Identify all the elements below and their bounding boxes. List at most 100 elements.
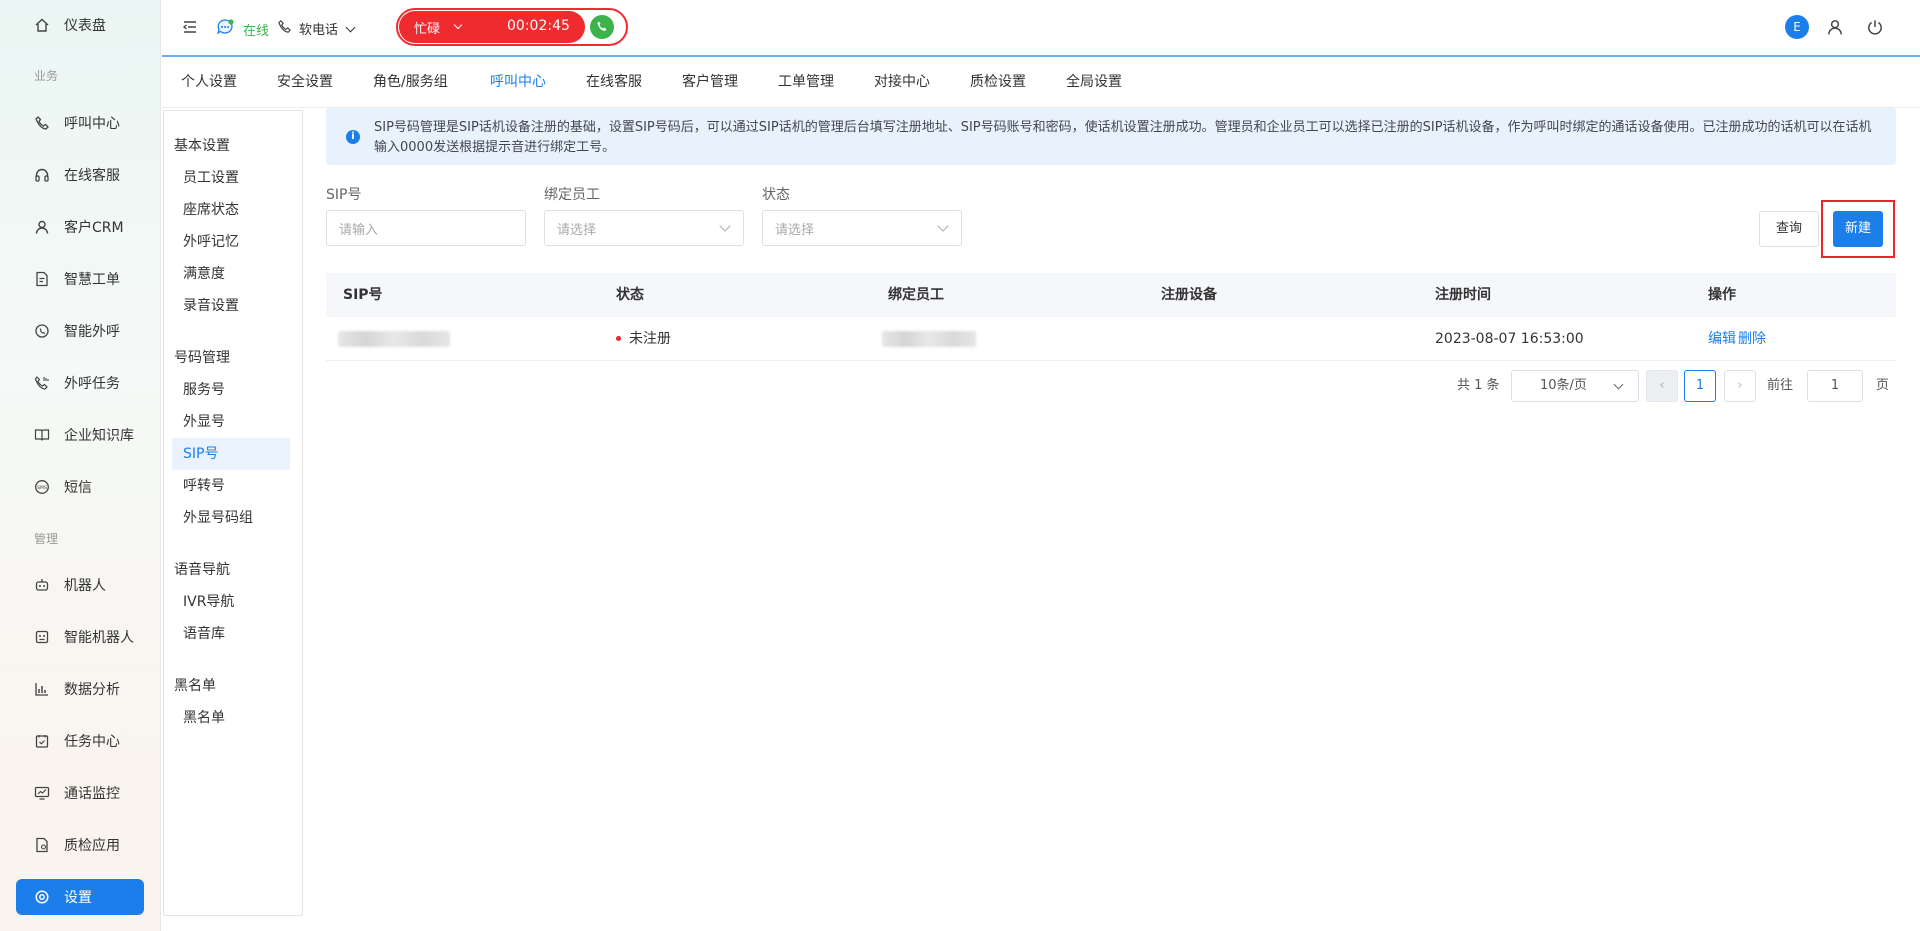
subnav-item-seat-status[interactable]: 座席状态 [172,194,290,226]
home-icon [34,17,50,33]
busy-status-dropdown[interactable]: 忙碌 00:02:45 [399,11,585,43]
nav-label: 设置 [64,890,92,906]
softphone-label: 软电话 [299,23,339,38]
nav-sms[interactable]: SMS 短信 [16,469,144,505]
avatar[interactable]: E [1785,15,1809,39]
subnav-item-service-number[interactable]: 服务号 [172,374,290,406]
new-button[interactable]: 新建 [1833,211,1883,247]
tab-personal[interactable]: 个人设置 [181,57,237,108]
tab-customer[interactable]: 客户管理 [682,57,738,108]
status-dot [616,336,621,341]
user-profile-icon[interactable] [1826,18,1844,36]
nav-online-service[interactable]: 在线客服 [16,157,144,193]
page-size-select[interactable]: 10条/页 [1511,370,1639,402]
hangup-button[interactable] [590,15,614,39]
staff-filter-label: 绑定员工 [544,187,600,203]
subnav-item-blacklist[interactable]: 黑名单 [172,702,290,734]
tab-roles[interactable]: 角色/服务组 [373,57,448,108]
nav-task-center[interactable]: 任务中心 [16,723,144,759]
subnav-item-staff[interactable]: 员工设置 [172,162,290,194]
subnav-item-display-number[interactable]: 外显号 [172,406,290,438]
nav-settings[interactable]: 设置 [16,879,144,915]
nav-label: 智慧工单 [64,272,120,288]
subnav-item-voice-library[interactable]: 语音库 [172,618,290,650]
tab-ticket[interactable]: 工单管理 [778,57,834,108]
tab-global[interactable]: 全局设置 [1066,57,1122,108]
page-1-button[interactable]: 1 [1684,370,1716,402]
chevron-down-icon [719,220,731,232]
nav-label: 通话监控 [64,786,120,802]
nav-outbound-task[interactable]: 外呼任务 [16,365,144,401]
goto-label: 前往 [1767,378,1794,393]
phone-task-icon [34,375,50,391]
prev-page-button[interactable]: ‹ [1646,370,1678,402]
staff-select[interactable]: 请选择 [544,210,744,246]
nav-smart-outbound[interactable]: 智能外呼 [16,313,144,349]
page-unit-label: 页 [1876,378,1890,393]
nav-label: 仪表盘 [64,18,106,34]
smart-robot-icon [34,629,50,645]
phone-icon [34,115,50,131]
status-select[interactable]: 请选择 [762,210,962,246]
top-bar: 在线 软电话 忙碌 00:02:45 E [162,0,1920,57]
nav-robot[interactable]: 机器人 [16,567,144,603]
nav-call-monitor[interactable]: 通话监控 [16,775,144,811]
book-icon [34,427,50,443]
chevron-down-icon [345,22,356,33]
subnav-item-ivr[interactable]: IVR导航 [172,586,290,618]
tab-online-service[interactable]: 在线客服 [586,57,642,108]
softphone-dropdown[interactable]: 软电话 [299,19,356,38]
query-button[interactable]: 查询 [1759,211,1819,247]
subnav-item-satisfaction[interactable]: 满意度 [172,258,290,290]
column-header: SIP号 [343,287,383,303]
nav-crm[interactable]: 客户CRM [16,209,144,245]
nav-smart-robot[interactable]: 智能机器人 [16,619,144,655]
nav-label: 质检应用 [64,838,120,854]
nav-label: 在线客服 [64,168,120,184]
nav-knowledge[interactable]: 企业知识库 [16,417,144,453]
sip-input[interactable]: 请输入 [326,210,526,246]
status-text: 未注册 [629,331,671,347]
tab-call-center[interactable]: 呼叫中心 [490,57,546,108]
task-icon [34,733,50,749]
subnav-item-recording[interactable]: 录音设置 [172,290,290,322]
subnav-item-forward-number[interactable]: 呼转号 [172,470,290,502]
nav-call-center[interactable]: 呼叫中心 [16,105,144,141]
nav-ticket[interactable]: 智慧工单 [16,261,144,297]
tab-quality[interactable]: 质检设置 [970,57,1026,108]
power-icon[interactable] [1866,18,1884,36]
nav-label: 智能外呼 [64,324,120,340]
online-status-icon [216,18,234,36]
subnav-group-title: 黑名单 [174,678,216,694]
chevron-down-icon [937,220,949,232]
column-header: 状态 [616,287,644,303]
nav-label: 任务中心 [64,734,120,750]
user-icon [34,219,50,235]
phone-icon [277,19,292,34]
nav-dashboard[interactable]: 仪表盘 [16,7,144,43]
quality-icon [34,837,50,853]
nav-quality[interactable]: 质检应用 [16,827,144,863]
subnav-item-outbound-memory[interactable]: 外呼记忆 [172,226,290,258]
nav-label: 外呼任务 [64,376,120,392]
column-header: 操作 [1708,287,1736,303]
call-timer: 00:02:45 [507,18,570,34]
subnav-item-sip[interactable]: SIP号 [172,438,290,470]
info-notice: i SIP号码管理是SIP话机设备注册的基础，设置SIP号码后，可以通过SIP话… [326,108,1896,165]
nav-label: 客户CRM [64,220,124,236]
online-status-text[interactable]: 在线 [243,20,269,39]
goto-page-input[interactable]: 1 [1807,370,1863,402]
table-row: 未注册 2023-08-07 16:53:00 编辑 删除 [326,317,1896,361]
subnav-item-display-group[interactable]: 外显号码组 [172,502,290,534]
tab-security[interactable]: 安全设置 [277,57,333,108]
register-time-cell: 2023-08-07 16:53:00 [1435,331,1584,347]
next-page-button[interactable]: › [1724,370,1756,402]
sip-input-placeholder: 请输入 [339,222,379,238]
nav-label: 企业知识库 [64,428,134,444]
robot-icon [34,577,50,593]
nav-analytics[interactable]: 数据分析 [16,671,144,707]
delete-link[interactable]: 删除 [1738,317,1766,361]
collapse-menu-icon[interactable] [182,19,198,35]
edit-link[interactable]: 编辑 [1708,317,1736,361]
tab-integration[interactable]: 对接中心 [874,57,930,108]
